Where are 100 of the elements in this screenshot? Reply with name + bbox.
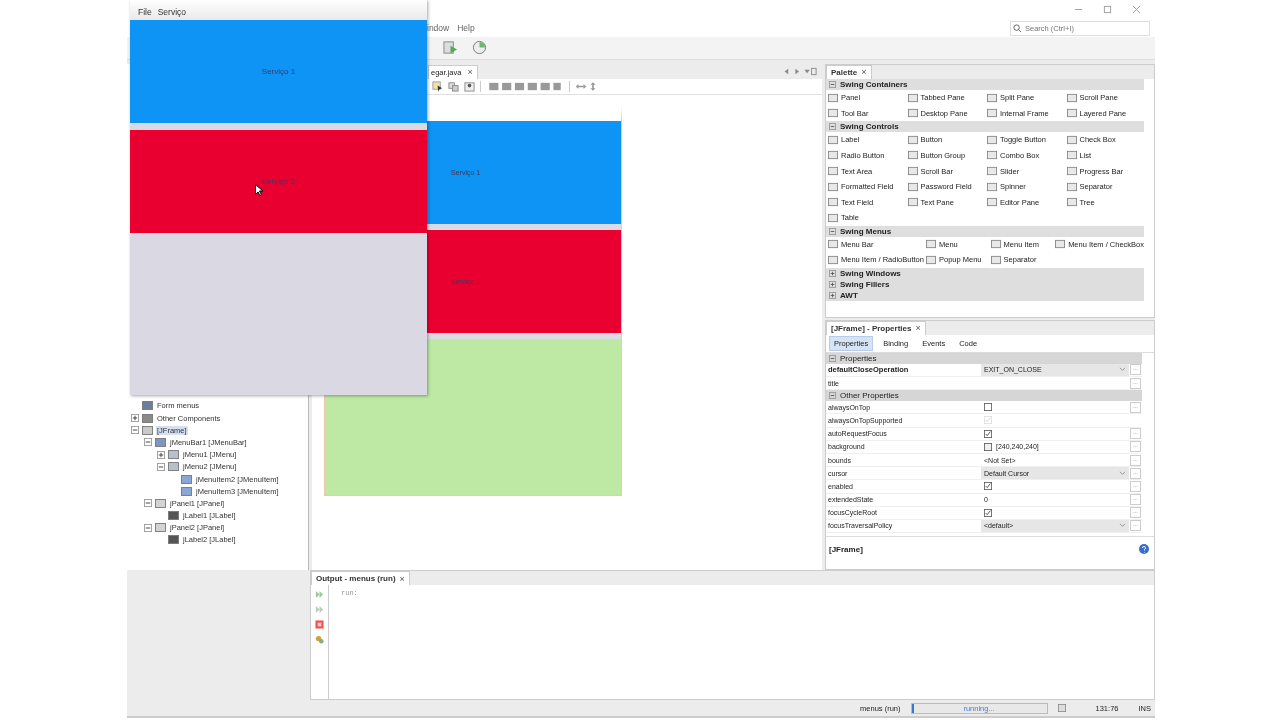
label-node-icon: [168, 535, 179, 545]
expander-icon[interactable]: [144, 499, 152, 508]
component-icon: [828, 212, 838, 223]
align-icons[interactable]: [486, 80, 564, 92]
block-caption: Serviço 2: [261, 177, 296, 186]
expander-icon[interactable]: [829, 227, 836, 235]
checkbox[interactable]: [984, 482, 992, 491]
component-icon: [1066, 166, 1077, 176]
component-icon: [987, 92, 997, 103]
expander-icon[interactable]: [144, 438, 152, 447]
color-swatch: [984, 442, 992, 451]
component-icon: [987, 181, 997, 192]
component-icon: [828, 134, 838, 145]
category-header[interactable]: Swing Windows: [826, 267, 1144, 279]
expander-icon[interactable]: [157, 450, 165, 459]
selection-name: [JFrame]: [829, 544, 863, 554]
connect-icon[interactable]: [448, 80, 459, 92]
component-icon: [1066, 197, 1077, 208]
folder-node-icon: [142, 413, 153, 423]
dropdown-icon[interactable]: [1119, 523, 1126, 529]
checkbox[interactable]: [984, 403, 992, 412]
expander-icon[interactable]: [829, 269, 836, 277]
component-icon: [907, 197, 918, 208]
stop-icon[interactable]: [315, 620, 324, 630]
rerun-icon[interactable]: [315, 590, 324, 600]
menu-node-icon: [168, 450, 179, 460]
expander-icon[interactable]: [829, 392, 836, 400]
component-icon: [990, 239, 1001, 250]
expander-icon[interactable]: [157, 462, 165, 471]
category-header[interactable]: AWT: [826, 289, 1144, 301]
window-tab[interactable]: Palette ×: [826, 64, 872, 79]
run-icon[interactable]: [443, 40, 458, 56]
checkbox[interactable]: [984, 508, 992, 517]
component-icon: [1066, 92, 1077, 103]
dropdown-icon[interactable]: [1119, 367, 1126, 373]
expander-icon[interactable]: [131, 414, 139, 423]
search-icon: [1013, 23, 1022, 33]
component-icon: [907, 108, 918, 119]
dropdown-icon[interactable]: [1119, 470, 1126, 476]
form-node-icon: [142, 401, 153, 411]
component-icon: [1066, 134, 1077, 145]
category-header[interactable]: Swing Controls: [826, 121, 1144, 132]
category-header[interactable]: Swing Fillers: [826, 278, 1144, 290]
section-header[interactable]: Properties: [826, 352, 1142, 364]
checkbox[interactable]: [984, 429, 992, 438]
expander-icon[interactable]: [144, 523, 152, 532]
component-icon: [987, 166, 997, 176]
gauge-icon[interactable]: [472, 40, 487, 56]
component-icon: [828, 108, 838, 119]
select-icon[interactable]: [432, 80, 443, 92]
component-icon: [828, 166, 838, 176]
component-icon: [987, 134, 997, 145]
component-icon: [907, 134, 918, 145]
component-icon: [1066, 181, 1077, 192]
menubar-entry[interactable]: Help: [457, 23, 475, 34]
component-icon: [925, 254, 936, 265]
component-icon: [828, 254, 838, 265]
component-icon: [828, 197, 838, 208]
help-icon[interactable]: [1139, 544, 1149, 555]
component-icon: [907, 181, 918, 192]
cancel-icon[interactable]: [1057, 704, 1066, 712]
component-icon: [987, 197, 997, 208]
menuitem-node-icon: [181, 474, 192, 484]
rerun-icon[interactable]: [315, 605, 324, 615]
component-icon: [990, 254, 1001, 265]
menubar-entry[interactable]: File: [138, 7, 152, 17]
component-icon: [828, 92, 838, 103]
frame-node-icon: [142, 425, 153, 435]
component-icon: [828, 150, 838, 161]
expander-icon[interactable]: [829, 280, 836, 288]
menubar-entry[interactable]: indow: [427, 23, 450, 34]
maximize-icon[interactable]: [1103, 5, 1112, 15]
panel-node-icon: [155, 523, 166, 533]
expander-icon[interactable]: [829, 354, 836, 362]
menuitem-node-icon: [181, 486, 192, 496]
section-header[interactable]: Other Properties: [826, 390, 1142, 402]
component-icon: [987, 108, 997, 119]
expander-icon[interactable]: [829, 123, 836, 130]
block-caption: Serviço 1: [261, 67, 296, 76]
category-header[interactable]: Swing Menus: [826, 225, 1144, 237]
component-icon: [907, 92, 918, 103]
expander-icon[interactable]: [829, 291, 836, 299]
category-header[interactable]: Swing Containers: [826, 78, 1144, 90]
panel-node-icon: [155, 498, 166, 508]
component-icon: [907, 166, 918, 176]
preview-icon[interactable]: [464, 80, 475, 92]
window-tab[interactable]: [JFrame] - Properties ×: [826, 320, 926, 335]
expander-icon[interactable]: [131, 426, 139, 435]
window-tab[interactable]: Output - menus (run) ×: [311, 571, 410, 586]
label-node-icon: [168, 511, 179, 521]
close-icon[interactable]: [1132, 5, 1141, 15]
component-icon: [828, 239, 838, 250]
component-icon: [907, 150, 918, 161]
expander-icon[interactable]: [829, 80, 836, 88]
component-icon: [1066, 150, 1077, 161]
component-icon: [1066, 108, 1077, 119]
settings-icon[interactable]: [315, 635, 324, 645]
cursor-icon: [255, 184, 263, 196]
menubar-entry[interactable]: Serviço: [157, 7, 187, 17]
component-icon: [828, 181, 838, 192]
